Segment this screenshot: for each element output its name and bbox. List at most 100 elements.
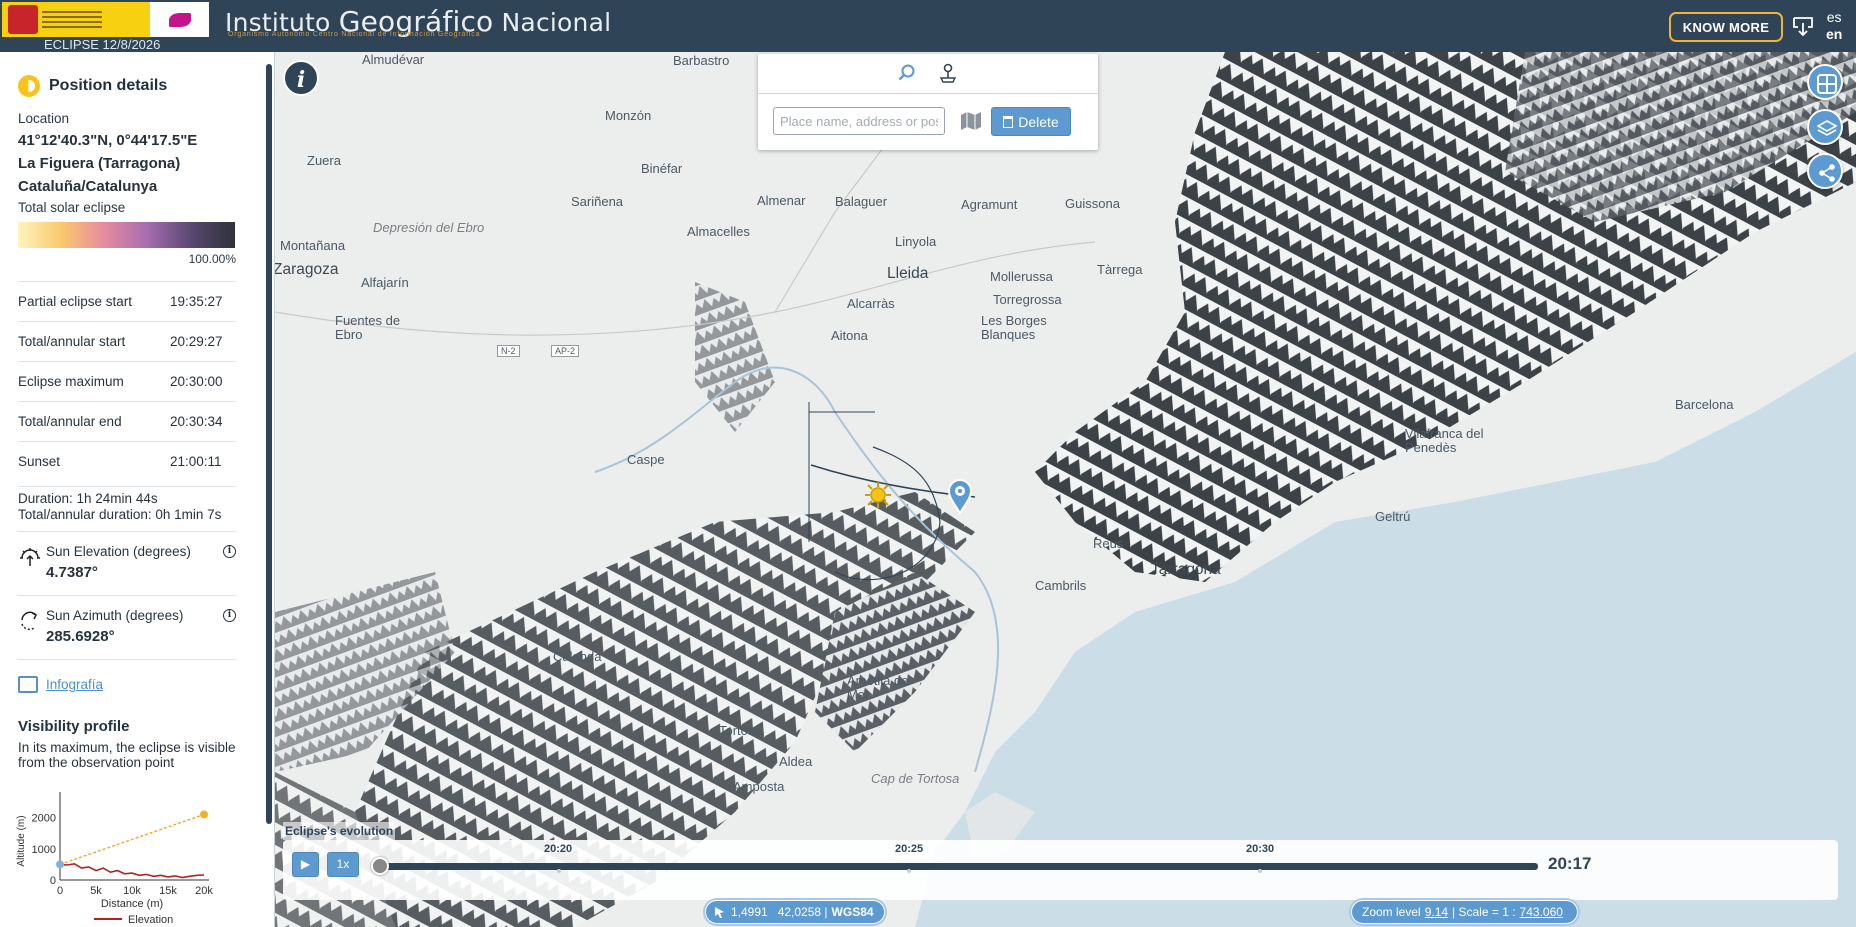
location-pin-icon[interactable] <box>939 63 957 83</box>
eclipse-date: ECLIPSE 12/8/2026 <box>44 37 161 52</box>
play-button[interactable]: ▶ <box>292 852 319 877</box>
place-label: Les Borges Blanques <box>981 313 1047 342</box>
search-tabs <box>758 54 1098 94</box>
place-label: Ametlla de Mar <box>847 673 909 702</box>
share-icon <box>1819 164 1835 182</box>
time-row: Partial eclipse start 19:35:27 <box>18 281 236 321</box>
layers-icon <box>1817 120 1837 136</box>
observer-pin-icon[interactable] <box>947 478 973 514</box>
zoom-level-value[interactable]: 9.14 <box>1425 905 1448 919</box>
panel-scrollbar[interactable] <box>266 64 272 824</box>
observer-point <box>56 860 64 869</box>
y-axis-label: Altitude (m) <box>16 815 27 866</box>
region-label: Depresión del Ebro <box>373 220 485 235</box>
location-label: Location <box>18 111 70 126</box>
place-label: Barbastro <box>673 53 730 68</box>
trash-icon <box>1003 115 1014 128</box>
x-tick-label: 20k <box>195 885 213 897</box>
sun-azimuth-info-icon[interactable]: i <box>223 609 236 622</box>
place-label: Lleida <box>887 265 929 282</box>
share-button[interactable] <box>1807 153 1843 189</box>
elevation-line <box>59 862 205 879</box>
grid-menu-button[interactable] <box>1807 64 1843 100</box>
x-tick-label: 15k <box>159 885 177 897</box>
map-canvas[interactable]: Almudévar Barbastro Monzón Binéfar Sariñ… <box>275 52 1856 927</box>
lang-en[interactable]: en <box>1826 26 1842 43</box>
place-label: Vilafranca del Penedès <box>1405 426 1484 455</box>
y-tick-label: 2000 <box>32 813 56 825</box>
search-input[interactable] <box>773 107 945 135</box>
place-label: Torregrossa <box>993 292 1062 307</box>
timeline-handle[interactable] <box>371 857 389 875</box>
sun-point <box>200 810 208 819</box>
place-label: Barcelona <box>1675 397 1734 412</box>
timeline-track[interactable] <box>378 863 1538 870</box>
place-label: Sariñena <box>571 194 624 209</box>
place-label: Zaragoza <box>275 261 339 278</box>
total-duration: Total/annular duration: 0h 1min 7s <box>18 507 222 522</box>
time-row: Sunset 21:00:11 <box>18 441 236 481</box>
timeline-tick: 20:20 <box>544 843 573 855</box>
place-label: Caspe <box>627 452 665 467</box>
position-details-title: Position details <box>18 75 167 97</box>
timeline-tick: 20:30 <box>1246 843 1275 855</box>
coat-of-arms-icon <box>8 5 38 34</box>
time-row: Total/annular start 20:29:27 <box>18 321 236 361</box>
timeline-title: Eclipse's evolution <box>283 822 396 840</box>
duration: Duration: 1h 24min 44s <box>18 486 236 506</box>
download-icon[interactable] <box>1791 14 1815 38</box>
government-logo[interactable] <box>2 2 209 37</box>
info-button[interactable]: i <box>283 60 319 96</box>
place-label: Binéfar <box>641 161 683 176</box>
position-details-panel: Position details Location 41°12'40.3"N, … <box>0 52 275 927</box>
location-region: Cataluña/Catalunya <box>18 178 158 195</box>
x-tick-label: 5k <box>90 885 102 897</box>
place-label: Cambrils <box>1035 578 1087 593</box>
sun-azimuth-icon <box>21 611 38 631</box>
place-label: Reus <box>1093 536 1124 551</box>
place-label: Zuera <box>307 153 341 168</box>
coverage-gradient-bar <box>18 222 235 248</box>
scale-value[interactable]: 743.060 <box>1520 905 1563 919</box>
ministry-logo <box>2 2 150 37</box>
timeline-bar: ▶ 1x 20:20 20:25 20:30 20:17 <box>283 840 1838 900</box>
x-tick-label: 10k <box>123 885 141 897</box>
sun-elevation-icon <box>20 548 40 566</box>
map-icon[interactable] <box>960 111 982 131</box>
time-row: Eclipse maximum 20:30:00 <box>18 361 236 401</box>
layers-button[interactable] <box>1807 109 1843 145</box>
place-label: Montañana <box>280 238 346 253</box>
place-label: Tarragona <box>1151 561 1221 578</box>
ign-subtitle: Organismo Autónomo Centro Nacional de In… <box>228 31 481 38</box>
y-tick-label: 1000 <box>32 844 56 856</box>
place-label: Amposta <box>733 779 785 794</box>
eclipse-type: Total solar eclipse <box>18 200 126 215</box>
legend-elevation-label: Elevation <box>128 914 173 926</box>
place-label: Linyola <box>895 234 937 249</box>
terrain-layer <box>275 52 1856 927</box>
road-label: N-2 <box>497 345 520 357</box>
infografia-link[interactable]: Infografía <box>18 676 103 693</box>
know-more-button[interactable]: KNOW MORE <box>1669 12 1783 42</box>
y-tick-label: 0 <box>50 875 56 887</box>
eclipse-icon <box>18 75 40 97</box>
zoom-scale-display: Zoom level 9.14 | Scale = 1 :743.060 <box>1351 900 1578 924</box>
speed-button[interactable]: 1x <box>327 852 359 877</box>
delete-button[interactable]: Delete <box>991 107 1071 136</box>
sun-elevation-info-icon[interactable]: i <box>223 545 236 558</box>
place-label: Agramunt <box>961 197 1018 212</box>
place-label: Almacelles <box>687 224 750 239</box>
place-label: Fuentes de Ebro <box>335 313 401 342</box>
sun-azimuth: Sun Azimuth (degrees) 285.6928° i <box>18 595 236 659</box>
search-icon[interactable] <box>898 64 916 82</box>
place-label: Aldea <box>779 754 813 769</box>
sun-elevation: Sun Elevation (degrees) 4.7387° i <box>18 531 236 595</box>
place-label: Almudévar <box>362 52 425 67</box>
time-row: Total/annular end 20:30:34 <box>18 401 236 441</box>
ign-flower-logo <box>150 12 209 27</box>
place-label: Geltrú <box>1375 509 1411 524</box>
x-tick-label: 0 <box>57 885 63 897</box>
lang-es[interactable]: es <box>1826 9 1842 26</box>
header-bar: Instituto Geográfico Nacional Organismo … <box>0 0 1856 52</box>
location-place: La Figuera (Tarragona) <box>18 155 181 172</box>
